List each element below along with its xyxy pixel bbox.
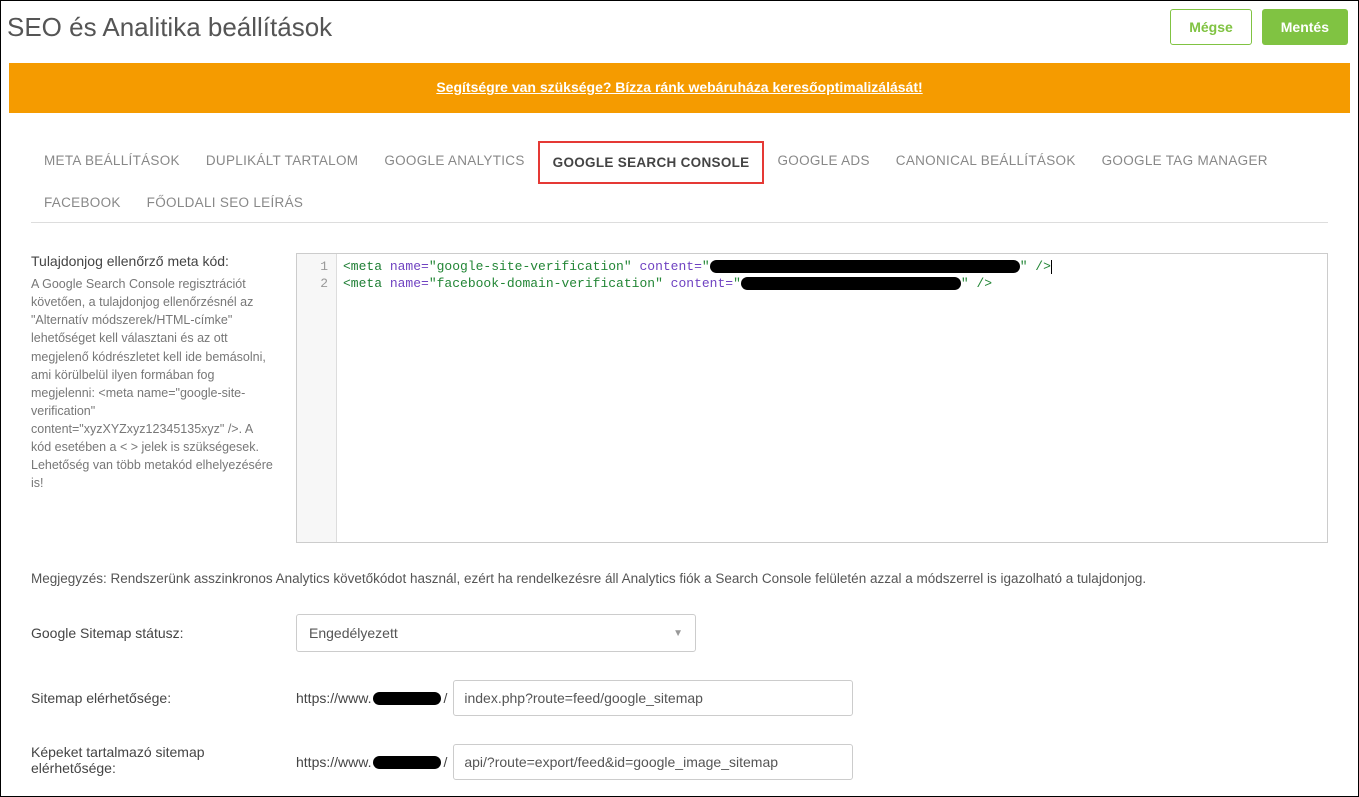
sitemap-status-label: Google Sitemap státusz: bbox=[31, 625, 276, 641]
editor-content[interactable]: <meta name="google-site-verification" co… bbox=[337, 254, 1327, 542]
tab-meta-beallitasok[interactable]: META BEÁLLÍTÁSOK bbox=[31, 141, 193, 183]
editor-gutter: 1 2 bbox=[297, 254, 337, 542]
image-sitemap-url-label: Képeket tartalmazó sitemap elérhetősége: bbox=[31, 744, 276, 776]
tab-google-ads[interactable]: GOOGLE ADS bbox=[764, 141, 882, 183]
sitemap-url-prefix: https://www./ bbox=[296, 690, 447, 706]
page-title: SEO és Analitika beállítások bbox=[7, 12, 332, 43]
meta-code-editor[interactable]: 1 2 <meta name="google-site-verification… bbox=[296, 253, 1328, 543]
sitemap-status-select[interactable]: Engedélyezett ▼ bbox=[296, 614, 696, 652]
meta-code-label: Tulajdonjog ellenőrző meta kód: bbox=[31, 253, 276, 269]
help-banner: Segítségre van szüksége? Bízza ránk webá… bbox=[9, 63, 1350, 113]
tabs-nav: META BEÁLLÍTÁSOK DUPLIKÁLT TARTALOM GOOG… bbox=[31, 141, 1328, 223]
tab-canonical-beallitasok[interactable]: CANONICAL BEÁLLÍTÁSOK bbox=[883, 141, 1089, 183]
sitemap-url-label: Sitemap elérhetősége: bbox=[31, 690, 276, 706]
tab-google-tag-manager[interactable]: GOOGLE TAG MANAGER bbox=[1089, 141, 1281, 183]
tab-google-search-console[interactable]: GOOGLE SEARCH CONSOLE bbox=[538, 141, 765, 184]
redacted-domain-icon bbox=[373, 756, 441, 769]
redacted-content-icon bbox=[710, 260, 1020, 273]
sitemap-status-value: Engedélyezett bbox=[309, 625, 398, 641]
meta-code-description: A Google Search Console regisztrációt kö… bbox=[31, 275, 276, 493]
chevron-down-icon: ▼ bbox=[673, 628, 683, 639]
text-cursor bbox=[1051, 260, 1052, 274]
sitemap-url-input[interactable] bbox=[453, 680, 853, 716]
tab-google-analytics[interactable]: GOOGLE ANALYTICS bbox=[371, 141, 537, 183]
cancel-button[interactable]: Mégse bbox=[1170, 9, 1252, 45]
analytics-note: Megjegyzés: Rendszerünk asszinkronos Ana… bbox=[31, 571, 1328, 586]
image-sitemap-url-prefix: https://www./ bbox=[296, 754, 447, 770]
tab-duplikalt-tartalom[interactable]: DUPLIKÁLT TARTALOM bbox=[193, 141, 371, 183]
save-button[interactable]: Mentés bbox=[1262, 9, 1348, 45]
redacted-domain-icon bbox=[373, 692, 441, 705]
image-sitemap-url-input[interactable] bbox=[453, 744, 853, 780]
redacted-content-icon bbox=[741, 277, 961, 290]
tab-facebook[interactable]: FACEBOOK bbox=[31, 183, 134, 222]
help-banner-link[interactable]: Segítségre van szüksége? Bízza ránk webá… bbox=[436, 79, 922, 95]
tab-fooldali-seo-leiras[interactable]: FŐOLDALI SEO LEÍRÁS bbox=[134, 183, 317, 222]
